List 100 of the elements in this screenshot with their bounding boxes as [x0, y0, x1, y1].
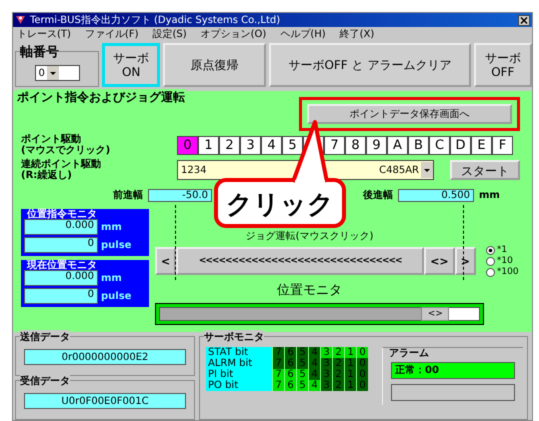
field-label: 連続ポイント駆動 (R:繰返し) — [21, 159, 102, 181]
point-button[interactable]: 8 — [345, 136, 366, 154]
axis-dropdown[interactable]: 0 — [34, 65, 80, 81]
close-icon[interactable] — [518, 14, 530, 26]
bit-cell: 6 — [284, 369, 296, 380]
start-button[interactable]: スタート — [450, 160, 520, 180]
forward-width-field[interactable]: -50.0 — [148, 188, 212, 202]
bit-row-label: PI bit — [206, 369, 272, 380]
bit-cell: 4 — [308, 347, 320, 358]
group-label: 軸番号 — [20, 43, 59, 61]
bit-cell: 5 — [296, 358, 308, 369]
bit-cell: 3 — [320, 369, 332, 380]
scale-radio[interactable]: *100 — [486, 267, 519, 277]
bit-cell: 7 — [272, 347, 284, 358]
bit-cell: 3 — [320, 347, 332, 358]
group-label: アラーム — [389, 347, 429, 360]
unit-label: mm — [101, 222, 122, 232]
slider-thumb[interactable]: <> — [421, 307, 450, 321]
menu-item[interactable]: トレース(T) — [17, 27, 71, 41]
alarm-status-field: 正常：00 — [391, 362, 515, 379]
point-button[interactable]: 3 — [240, 136, 261, 154]
value-field: 0.000 — [24, 270, 98, 286]
group-label: 現在位置モニタ — [27, 258, 97, 272]
point-button[interactable]: 0 — [177, 136, 198, 154]
value-field: 0 — [24, 288, 98, 304]
toolbar-button[interactable]: サーボOFF と アラームクリア — [269, 43, 471, 87]
bit-cell: 6 — [284, 380, 296, 391]
jog-left-button[interactable]: < — [155, 247, 176, 275]
bit-cell: 4 — [308, 369, 320, 380]
value-field: 0 — [24, 237, 98, 253]
point-button[interactable]: 4 — [261, 136, 282, 154]
scale-radio[interactable]: *10 — [486, 256, 519, 266]
group-label: 送信データ — [20, 330, 70, 344]
unit-label: mm — [479, 190, 500, 200]
save-screen-button[interactable]: ポイントデータ保存画面へ — [307, 104, 512, 124]
unit-label: pulse — [101, 240, 132, 250]
menu-item[interactable]: 終了(X) — [340, 27, 374, 41]
jog-center-button[interactable]: <> — [424, 247, 455, 275]
menu-item[interactable]: オプション(O) — [200, 27, 266, 41]
bit-cell: 6 — [284, 347, 296, 358]
point-button[interactable]: C — [429, 136, 450, 154]
bit-cell: 3 — [320, 358, 332, 369]
bit-cell: 1 — [344, 380, 356, 391]
data-field: 0r0000000000E2 — [24, 349, 186, 365]
data-field: U0r0F00E0F001C — [24, 393, 186, 409]
point-button[interactable]: F — [492, 136, 513, 154]
group-label: 位置指令モニタ — [27, 208, 97, 220]
bit-row-label: ALRM bit — [206, 358, 272, 369]
scale-radio[interactable]: *1 — [486, 245, 519, 255]
backward-width-field[interactable]: 0.500 — [398, 188, 474, 202]
jog-label: ジョグ運転(マウスクリック) — [244, 230, 374, 243]
bit-cell: 3 — [320, 380, 332, 391]
bit-cell: 0 — [356, 369, 368, 380]
value-field: 0.000 — [24, 219, 98, 235]
app-icon — [15, 15, 26, 25]
point-button[interactable]: 9 — [366, 136, 387, 154]
bit-cell: 0 — [356, 358, 368, 369]
jog-track-button[interactable]: <<<<<<<<<<<<<<<<<<<<<<<<<<<<<<< — [176, 247, 424, 275]
bit-row-label: PO bit — [206, 380, 272, 391]
field-label: 後進幅 — [363, 188, 393, 202]
bit-cell: 6 — [284, 358, 296, 369]
toolbar-button[interactable]: サーボ ON — [102, 43, 160, 87]
bit-cell: 2 — [332, 358, 344, 369]
bit-cell: 0 — [356, 347, 368, 358]
bit-cell: 2 — [332, 380, 344, 391]
bit-cell: 2 — [332, 369, 344, 380]
bit-cell: 7 — [272, 369, 284, 380]
field-label: 前進幅 — [113, 188, 143, 202]
point-button[interactable]: A — [387, 136, 408, 154]
group-label: 受信データ — [20, 374, 70, 388]
menu-item[interactable]: ヘルプ(H) — [280, 27, 326, 41]
bit-cell: 7 — [272, 358, 284, 369]
menu-item[interactable]: ファイル(F) — [84, 27, 138, 41]
toolbar-button[interactable]: サーボ OFF — [474, 43, 532, 87]
bit-cell: 5 — [296, 380, 308, 391]
bit-cell: 2 — [332, 347, 344, 358]
bit-cell: 5 — [296, 347, 308, 358]
position-monitor-label: 位置モニタ — [276, 282, 343, 299]
bit-cell: 4 — [308, 358, 320, 369]
bit-cell: 0 — [356, 380, 368, 391]
toolbar-button[interactable]: 原点復帰 — [163, 43, 266, 87]
point-button[interactable]: 2 — [219, 136, 240, 154]
bit-cell: 4 — [308, 380, 320, 391]
unit-label: mm — [101, 272, 122, 284]
point-button[interactable]: 7 — [324, 136, 345, 154]
point-button[interactable]: 1 — [198, 136, 219, 154]
group-label: サーボモニタ — [204, 330, 264, 344]
point-button[interactable]: 5 — [282, 136, 303, 154]
bit-cell: 1 — [344, 358, 356, 369]
bit-cell: 7 — [272, 380, 284, 391]
menu-item[interactable]: 設定(S) — [152, 27, 187, 41]
unit-label: pulse — [101, 290, 132, 302]
bit-row-label: STAT bit — [206, 347, 272, 358]
window-title: Termi-BUS指令出力ソフト (Dyadic Systems Co.,Ltd) — [30, 14, 282, 27]
point-button[interactable]: D — [450, 136, 471, 154]
bit-cell: 1 — [344, 347, 356, 358]
panel-title: ポイント指令およびジョグ運転 — [17, 89, 185, 106]
callout-text: クリック — [226, 190, 334, 220]
point-button[interactable]: B — [408, 136, 429, 154]
point-button[interactable]: E — [471, 136, 492, 154]
